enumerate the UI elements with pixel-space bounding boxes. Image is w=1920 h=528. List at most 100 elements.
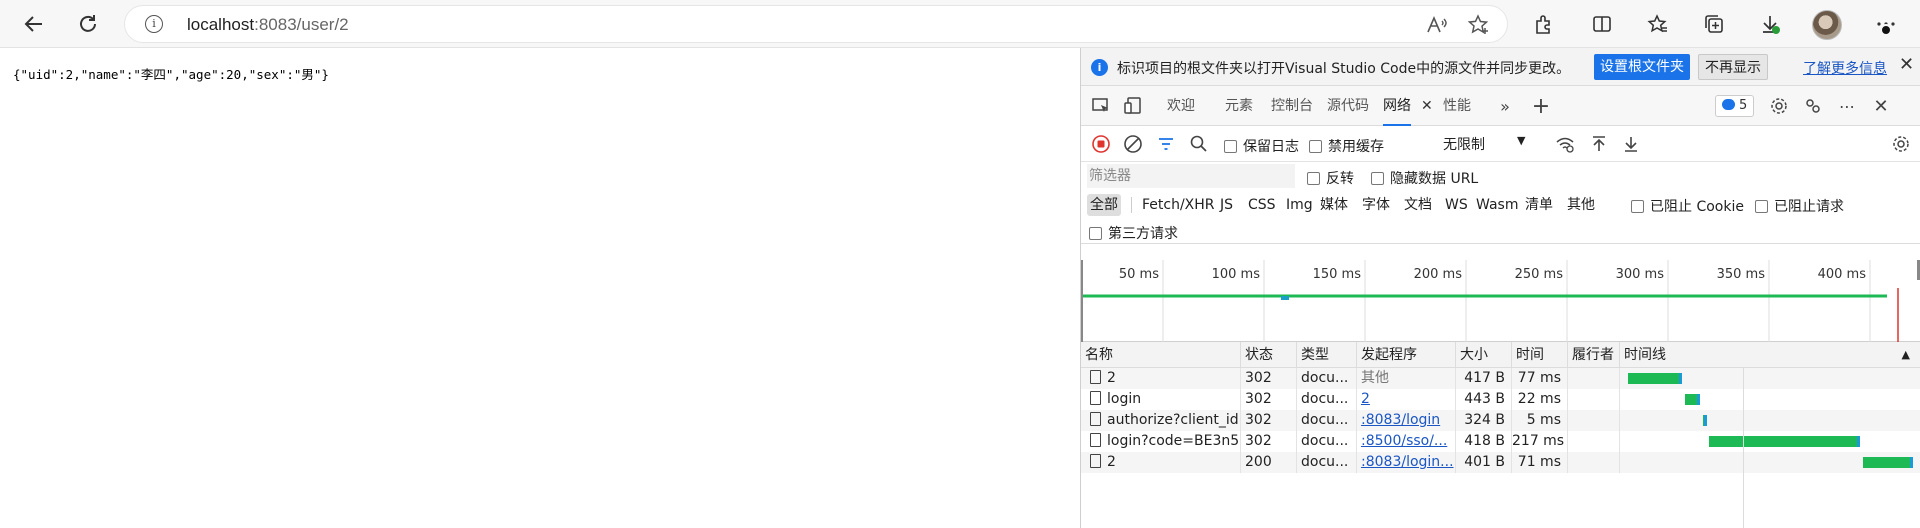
cell-time: 217 ms <box>1512 431 1568 452</box>
disable-cache-checkbox[interactable]: 禁用缓存 <box>1309 136 1384 156</box>
close-devtools-icon[interactable]: ✕ <box>1869 94 1893 118</box>
request-row[interactable]: login 302 docu... 2 443 B 22 ms <box>1081 389 1920 410</box>
downloads-icon[interactable] <box>1752 6 1788 42</box>
cell-initiator[interactable]: :8083/login <box>1357 410 1456 431</box>
header-col-waterfall[interactable]: 时间线 ▲ <box>1620 342 1920 368</box>
header-col-initiator[interactable]: 发起程序 <box>1357 342 1456 368</box>
add-tab-icon[interactable]: + <box>1529 94 1553 119</box>
export-har-icon[interactable] <box>1619 132 1643 156</box>
type-filter-img[interactable]: Img <box>1283 194 1316 216</box>
type-filter-js[interactable]: JS <box>1217 194 1236 216</box>
extensions-icon[interactable] <box>1526 6 1562 42</box>
cell-status: 302 <box>1241 389 1297 410</box>
type-filter-ws[interactable]: WS <box>1442 194 1471 216</box>
request-row[interactable]: 2 200 docu...:8083/login... 401 B 71 ms <box>1081 452 1920 473</box>
close-tab-icon[interactable]: ✕ <box>1421 86 1433 126</box>
site-info-icon[interactable]: i <box>145 15 163 33</box>
type-filter-media[interactable]: 媒体 <box>1317 194 1351 216</box>
infobar-message: 标识项目的根文件夹以打开Visual Studio Code中的源文件并同步更改… <box>1117 61 1571 77</box>
header-col-name[interactable]: 名称 <box>1081 342 1241 368</box>
hide-data-urls-checkbox[interactable]: 隐藏数据 URL <box>1371 168 1478 188</box>
header-col-fulfilled[interactable]: 履行者 <box>1568 342 1620 368</box>
type-filter-manifest[interactable]: 清单 <box>1522 194 1556 216</box>
read-aloud-icon[interactable] <box>1425 13 1449 41</box>
type-filter-other[interactable]: 其他 <box>1564 194 1598 216</box>
network-overview-timeline[interactable]: 50 ms 100 ms 150 ms 200 ms 250 ms 300 ms 350 m… <box>1081 260 1920 342</box>
request-row[interactable]: login?code=BE3n5R&...302docu...:8500/sso… <box>1081 431 1920 452</box>
request-row[interactable]: authorize?client_id=w...302docu...:8083/… <box>1081 410 1920 431</box>
sort-ascending-icon[interactable]: ▲ <box>1902 342 1910 368</box>
inspect-element-icon[interactable] <box>1089 94 1113 118</box>
close-infobar-icon[interactable]: ✕ <box>1899 54 1914 75</box>
cell-fulfilled <box>1568 410 1620 431</box>
waterfall-bar <box>1863 457 1913 468</box>
preserve-log-checkbox[interactable]: 保留日志 <box>1224 136 1299 156</box>
tab-network[interactable]: 网络 ✕ <box>1383 86 1433 126</box>
blocked-requests-checkbox[interactable]: 已阻止请求 <box>1755 196 1844 216</box>
type-filter-all[interactable]: 全部 <box>1087 194 1121 216</box>
tab-welcome[interactable]: 欢迎 <box>1167 86 1195 126</box>
waterfall-bar <box>1628 373 1682 384</box>
settings-gear-icon[interactable] <box>1767 94 1791 118</box>
issues-badge[interactable]: 5 <box>1715 95 1755 117</box>
split-screen-icon[interactable] <box>1584 6 1620 42</box>
throttle-select[interactable]: 无限制 ▼ <box>1443 134 1525 154</box>
reload-icon[interactable] <box>70 6 106 42</box>
tab-console[interactable]: 控制台 <box>1271 86 1313 126</box>
cell-waterfall <box>1620 410 1920 431</box>
initiator-link[interactable]: :8500/sso/... <box>1361 433 1447 449</box>
device-emulation-icon[interactable] <box>1121 94 1145 118</box>
favorites-icon[interactable] <box>1640 6 1676 42</box>
type-filter-wasm[interactable]: Wasm <box>1473 194 1521 216</box>
invert-checkbox[interactable]: 反转 <box>1307 168 1354 188</box>
header-col-size[interactable]: 大小 <box>1456 342 1512 368</box>
header-col-type[interactable]: 类型 <box>1297 342 1357 368</box>
type-filter-fetch-xhr[interactable]: Fetch/XHR <box>1139 194 1218 216</box>
address-bar[interactable]: i localhost:8083/user/2 <box>124 5 1508 43</box>
type-filter-doc[interactable]: 文档 <box>1401 194 1435 216</box>
third-party-checkbox[interactable]: 第三方请求 <box>1089 223 1178 243</box>
collections-icon[interactable] <box>1696 6 1732 42</box>
customize-icon[interactable] <box>1801 94 1825 118</box>
learn-more-link[interactable]: 了解更多信息 <box>1803 58 1887 78</box>
search-icon[interactable] <box>1187 132 1211 156</box>
overview-tick-label: 250 ms <box>1515 267 1564 282</box>
filter-input[interactable]: 筛选器 <box>1087 164 1295 188</box>
dont-show-again-button[interactable]: 不再显示 <box>1698 54 1768 80</box>
cell-waterfall <box>1620 431 1920 452</box>
request-row[interactable]: 2 302 docu... 其他 417 B 77 ms <box>1081 368 1920 389</box>
header-col-status[interactable]: 状态 <box>1241 342 1297 368</box>
issues-icon <box>1722 99 1735 110</box>
header-col-time[interactable]: 时间 <box>1512 342 1568 368</box>
network-conditions-icon[interactable] <box>1553 132 1577 156</box>
cell-initiator[interactable]: 2 <box>1357 389 1456 410</box>
network-settings-icon[interactable] <box>1889 132 1913 156</box>
back-icon[interactable] <box>16 6 52 42</box>
blocked-cookies-checkbox[interactable]: 已阻止 Cookie <box>1631 196 1744 216</box>
json-response-text: {"uid":2,"name":"李四","age":20,"sex":"男"} <box>13 67 329 82</box>
overview-left-handle <box>1081 260 1083 342</box>
profile-avatar[interactable] <box>1812 10 1842 40</box>
tab-performance[interactable]: 性能 <box>1443 86 1471 126</box>
cell-type: docu... <box>1297 368 1357 389</box>
set-root-folder-button[interactable]: 设置根文件夹 <box>1594 54 1690 80</box>
record-stop-icon[interactable] <box>1089 132 1113 156</box>
clear-icon[interactable] <box>1121 132 1145 156</box>
tab-sources[interactable]: 源代码 <box>1327 86 1369 126</box>
initiator-link[interactable]: :8083/login... <box>1361 454 1454 470</box>
initiator-link[interactable]: :8083/login <box>1361 412 1440 428</box>
import-har-icon[interactable] <box>1587 132 1611 156</box>
cell-size: 418 B <box>1456 431 1512 452</box>
cell-initiator[interactable]: :8083/login... <box>1357 452 1456 473</box>
type-filter-css[interactable]: CSS <box>1245 194 1279 216</box>
more-tabs-icon[interactable]: » <box>1493 94 1517 118</box>
tab-elements[interactable]: 元素 <box>1225 86 1253 126</box>
cell-initiator[interactable]: :8500/sso/... <box>1357 431 1456 452</box>
more-options-icon[interactable]: ⋯ <box>1835 94 1859 118</box>
favorite-add-icon[interactable] <box>1467 13 1491 41</box>
filter-icon[interactable] <box>1154 132 1178 156</box>
cell-size: 324 B <box>1456 410 1512 431</box>
url-text[interactable]: localhost:8083/user/2 <box>187 15 349 35</box>
type-filter-font[interactable]: 字体 <box>1359 194 1393 216</box>
initiator-link[interactable]: 2 <box>1361 391 1370 407</box>
